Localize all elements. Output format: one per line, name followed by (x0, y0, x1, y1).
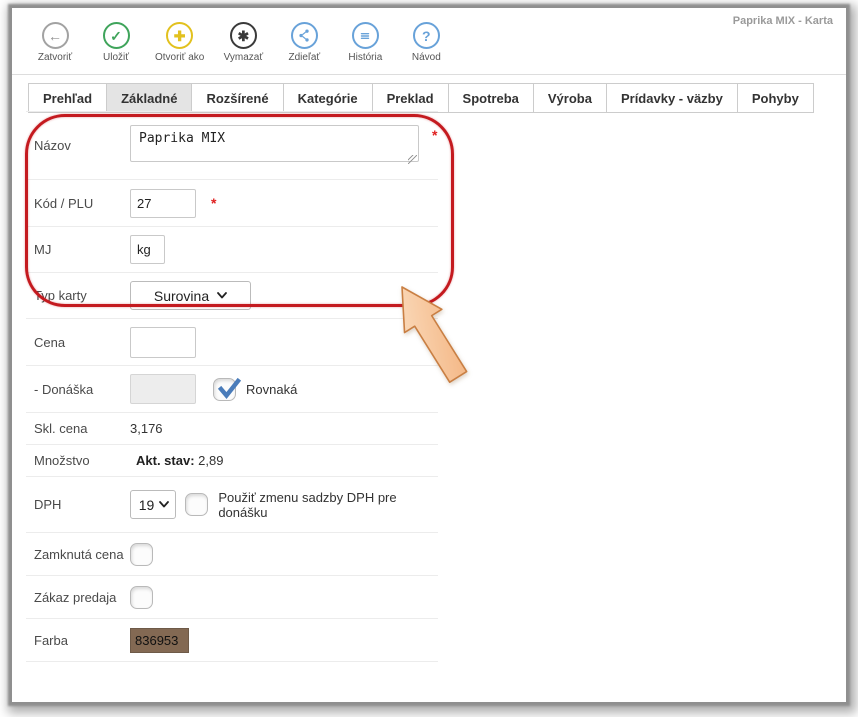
unit-row: MJ (26, 227, 438, 273)
color-row: Farba 836953 (26, 619, 438, 662)
stock-price-value: 3,176 (130, 421, 163, 436)
same-price-checkbox-label: Rovnaká (246, 382, 297, 397)
tab-prehlad[interactable]: Prehľad (28, 83, 107, 113)
vat-select[interactable]: 19 (130, 490, 176, 519)
tab-bar: Prehľad Základné Rozšírené Kategórie Pre… (28, 83, 814, 113)
chevron-down-icon (159, 501, 169, 508)
code-input[interactable] (130, 189, 196, 218)
card-window: Paprika MIX - Karta ← Zatvoriť ✓ Uložiť … (12, 8, 846, 702)
color-label: Farba (34, 633, 130, 648)
unit-input[interactable] (130, 235, 165, 264)
tab-pridavky-vazby[interactable]: Prídavky - väzby (606, 83, 738, 113)
check-icon (215, 375, 243, 403)
card-type-row: Typ karty Surovina (26, 273, 438, 319)
current-stock-value: 2,89 (198, 453, 223, 468)
color-swatch-input[interactable]: 836953 (130, 628, 189, 653)
locked-price-checkbox[interactable] (130, 543, 153, 566)
toolbar: ← Zatvoriť ✓ Uložiť ✚ Otvoriť ako ✱ Vyma… (12, 22, 846, 66)
stock-price-label: Skl. cena (34, 421, 130, 436)
tab-pohyby[interactable]: Pohyby (737, 83, 814, 113)
vat-delivery-checkbox[interactable] (185, 493, 208, 516)
menu-lines-icon (352, 22, 379, 49)
code-label: Kód / PLU (34, 196, 130, 211)
plus-icon: ✚ (166, 22, 193, 49)
share-button[interactable]: Zdieľať (282, 22, 326, 63)
delivery-price-row: - Donáška Rovnaká (26, 366, 438, 413)
locked-price-row: Zamknutá cena (26, 533, 438, 576)
delete-button[interactable]: ✱ Vymazať (221, 22, 265, 63)
card-type-select[interactable]: Surovina (130, 281, 251, 310)
vat-label: DPH (34, 497, 130, 512)
card-type-value: Surovina (154, 288, 209, 304)
tab-preklad[interactable]: Preklad (372, 83, 449, 113)
required-asterisk: * (432, 127, 437, 143)
price-input[interactable] (130, 327, 196, 358)
back-arrow-icon: ← (42, 22, 69, 49)
price-label: Cena (34, 335, 130, 350)
tab-rozsirene[interactable]: Rozšírené (191, 83, 283, 113)
share-icon (291, 22, 318, 49)
tab-vyroba[interactable]: Výroba (533, 83, 607, 113)
no-sale-label: Zákaz predaja (34, 590, 130, 605)
code-row: Kód / PLU * (26, 180, 438, 227)
chevron-down-icon (217, 292, 227, 299)
card-type-label: Typ karty (34, 288, 130, 303)
required-asterisk: * (211, 195, 216, 211)
asterisk-icon: ✱ (230, 22, 257, 49)
vat-row: DPH 19 Použiť zmenu sadzby DPH pre donáš… (26, 477, 438, 533)
toolbar-separator (12, 74, 846, 75)
vat-delivery-checkbox-label: Použiť zmenu sadzby DPH pre donášku (218, 490, 438, 520)
quantity-row: Množstvo Akt. stav: 2,89 (26, 445, 438, 477)
save-button[interactable]: ✓ Uložiť (94, 22, 138, 63)
unit-label: MJ (34, 242, 130, 257)
toolbar-label: História (348, 52, 382, 63)
name-textarea[interactable]: Paprika MIX (130, 125, 419, 162)
stock-price-row: Skl. cena 3,176 (26, 413, 438, 445)
help-button[interactable]: ? Návod (404, 22, 448, 63)
toolbar-label: Návod (412, 52, 441, 63)
price-row: Cena (26, 319, 438, 366)
card-form: Názov Paprika MIX * Kód / PLU * MJ (26, 111, 438, 662)
toolbar-label: Vymazať (224, 52, 264, 63)
no-sale-checkbox[interactable] (130, 586, 153, 609)
open-as-button[interactable]: ✚ Otvoriť ako (155, 22, 204, 63)
tab-spotreba[interactable]: Spotreba (448, 83, 534, 113)
question-icon: ? (413, 22, 440, 49)
delivery-price-label: - Donáška (34, 382, 130, 397)
toolbar-label: Zdieľať (288, 52, 320, 63)
name-row: Názov Paprika MIX * (26, 112, 438, 180)
locked-price-label: Zamknutá cena (34, 547, 130, 562)
quantity-label: Množstvo (34, 453, 130, 468)
no-sale-row: Zákaz predaja (26, 576, 438, 619)
tab-zakladne[interactable]: Základné (106, 83, 192, 113)
check-icon: ✓ (103, 22, 130, 49)
close-button[interactable]: ← Zatvoriť (33, 22, 77, 63)
tab-kategorie[interactable]: Kategórie (283, 83, 373, 113)
delivery-price-input (130, 374, 196, 404)
history-button[interactable]: História (343, 22, 387, 63)
current-stock-label: Akt. stav: (136, 453, 195, 468)
name-label: Názov (34, 138, 130, 153)
same-price-checkbox[interactable] (213, 378, 236, 401)
toolbar-label: Uložiť (103, 52, 129, 63)
toolbar-label: Otvoriť ako (155, 52, 204, 63)
toolbar-label: Zatvoriť (38, 52, 72, 63)
vat-value: 19 (139, 497, 155, 513)
